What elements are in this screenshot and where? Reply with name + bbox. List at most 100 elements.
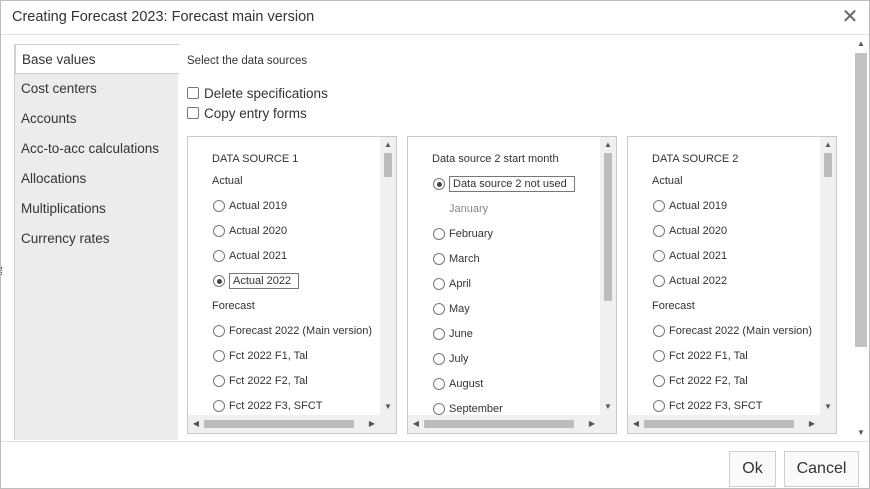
scroll-thumb[interactable]: [824, 153, 832, 177]
radio-button[interactable]: [653, 375, 665, 387]
list-item[interactable]: May: [408, 299, 470, 319]
radio-button-checked[interactable]: [213, 275, 225, 287]
horizontal-scrollbar[interactable]: ◀ ▶: [188, 415, 380, 433]
scroll-thumb[interactable]: [204, 420, 354, 428]
list-item[interactable]: Fct 2022 F2, Tal: [188, 371, 308, 391]
radio-button[interactable]: [213, 400, 225, 412]
arrow-down-icon[interactable]: ▼: [853, 428, 869, 438]
radio-button[interactable]: [433, 353, 445, 365]
vertical-scrollbar[interactable]: ▲ ▼: [600, 137, 616, 415]
radio-button[interactable]: [433, 303, 445, 315]
list-item[interactable]: Actual 2019: [628, 196, 727, 216]
checkbox-label: Copy entry forms: [204, 105, 307, 121]
horizontal-scrollbar[interactable]: ◀ ▶: [408, 415, 600, 433]
radio-button[interactable]: [653, 350, 665, 362]
radio-button[interactable]: [213, 375, 225, 387]
list-item[interactable]: Fct 2022 F1, Tal: [188, 346, 308, 366]
list-item[interactable]: August: [408, 374, 483, 394]
arrow-right-icon[interactable]: ▶: [584, 419, 600, 429]
nav-item-cost-centers[interactable]: Cost centers: [15, 74, 178, 104]
arrow-left-icon[interactable]: ◀: [628, 419, 644, 429]
list-item[interactable]: Actual 2020: [188, 221, 287, 241]
list-item[interactable]: September: [408, 399, 503, 415]
radio-button[interactable]: [653, 250, 665, 262]
radio-button[interactable]: [653, 225, 665, 237]
scroll-thumb[interactable]: [384, 153, 392, 177]
arrow-left-icon[interactable]: ◀: [188, 419, 204, 429]
list-item[interactable]: Actual 2022: [628, 271, 727, 291]
nav-item-multiplications[interactable]: Multiplications: [15, 194, 178, 224]
list-item[interactable]: Actual 2020: [628, 221, 727, 241]
cancel-button[interactable]: Cancel: [784, 451, 859, 487]
list-item[interactable]: Fct 2022 F1, Tal: [628, 346, 748, 366]
nav-item-currency-rates[interactable]: Currency rates: [15, 224, 178, 254]
arrow-up-icon[interactable]: ▲: [380, 140, 396, 150]
arrow-down-icon[interactable]: ▼: [820, 402, 836, 412]
copy-entry-forms-row[interactable]: Copy entry forms: [187, 104, 307, 122]
scroll-thumb[interactable]: [644, 420, 794, 428]
list-item-selected[interactable]: Actual 2022: [188, 271, 299, 291]
list-item[interactable]: Actual 2021: [188, 246, 287, 266]
radio-button[interactable]: [213, 350, 225, 362]
radio-button[interactable]: [653, 400, 665, 412]
radio-button[interactable]: [653, 275, 665, 287]
scroll-thumb[interactable]: [424, 420, 574, 428]
radio-button[interactable]: [213, 250, 225, 262]
list-item[interactable]: June: [408, 324, 473, 344]
list-header: DATA SOURCE 1: [212, 153, 299, 165]
close-icon[interactable]: ✕: [839, 6, 861, 28]
section-label: Select the data sources: [187, 55, 308, 67]
list-item-label: Fct 2022 F3, SFCT: [669, 400, 763, 412]
arrow-down-icon[interactable]: ▼: [380, 402, 396, 412]
data-source-2-list: DATA SOURCE 2 Actual Actual 2019 Actual …: [628, 137, 820, 415]
arrow-right-icon[interactable]: ▶: [804, 419, 820, 429]
scroll-corner: [820, 415, 836, 433]
radio-button-checked[interactable]: [433, 178, 445, 190]
nav-item-base-values[interactable]: Base values: [15, 44, 179, 74]
list-item[interactable]: Actual 2019: [188, 196, 287, 216]
arrow-left-icon[interactable]: ◀: [408, 419, 424, 429]
radio-button[interactable]: [213, 325, 225, 337]
arrow-right-icon[interactable]: ▶: [364, 419, 380, 429]
list-item[interactable]: Forecast 2022 (Main version): [188, 321, 372, 341]
copy-entry-forms-checkbox[interactable]: [187, 107, 199, 119]
nav-item-allocations[interactable]: Allocations: [15, 164, 178, 194]
list-item[interactable]: April: [408, 274, 471, 294]
list-item[interactable]: Forecast 2022 (Main version): [628, 321, 812, 341]
nav-item-acc-to-acc[interactable]: Acc-to-acc calculations: [15, 134, 178, 164]
nav-item-accounts[interactable]: Accounts: [15, 104, 178, 134]
scroll-thumb[interactable]: [604, 153, 612, 301]
list-item[interactable]: Fct 2022 F3, SFCT: [628, 396, 763, 415]
arrow-down-icon[interactable]: ▼: [600, 402, 616, 412]
radio-button[interactable]: [653, 200, 665, 212]
arrow-up-icon[interactable]: ▲: [600, 140, 616, 150]
radio-button[interactable]: [433, 228, 445, 240]
vertical-scrollbar[interactable]: ▲ ▼: [820, 137, 836, 415]
scroll-thumb[interactable]: [855, 53, 867, 347]
ok-button[interactable]: Ok: [729, 451, 776, 487]
delete-specifications-row[interactable]: Delete specifications: [187, 84, 328, 102]
radio-button[interactable]: [213, 225, 225, 237]
radio-button[interactable]: [433, 278, 445, 290]
horizontal-scrollbar[interactable]: ◀ ▶: [628, 415, 820, 433]
radio-button[interactable]: [433, 328, 445, 340]
arrow-up-icon[interactable]: ▲: [853, 39, 869, 49]
vertical-scrollbar[interactable]: ▲ ▼: [380, 137, 396, 415]
radio-button[interactable]: [653, 325, 665, 337]
dialog-vertical-scrollbar[interactable]: ▲ ▼: [853, 37, 869, 440]
list-item[interactable]: Fct 2022 F3, SFCT: [188, 396, 323, 415]
radio-button[interactable]: [433, 378, 445, 390]
delete-specifications-checkbox[interactable]: [187, 87, 199, 99]
list-item[interactable]: March: [408, 249, 480, 269]
radio-button[interactable]: [433, 403, 445, 415]
list-item[interactable]: Actual 2021: [628, 246, 727, 266]
list-item[interactable]: Fct 2022 F2, Tal: [628, 371, 748, 391]
list-item[interactable]: February: [408, 224, 493, 244]
dialog: Creating Forecast 2023: Forecast main ve…: [0, 0, 870, 489]
arrow-up-icon[interactable]: ▲: [820, 140, 836, 150]
list-item-selected[interactable]: Data source 2 not used: [408, 174, 575, 194]
radio-button[interactable]: [213, 200, 225, 212]
list-item-label: Actual 2019: [229, 200, 288, 212]
list-item[interactable]: July: [408, 349, 469, 369]
radio-button[interactable]: [433, 253, 445, 265]
